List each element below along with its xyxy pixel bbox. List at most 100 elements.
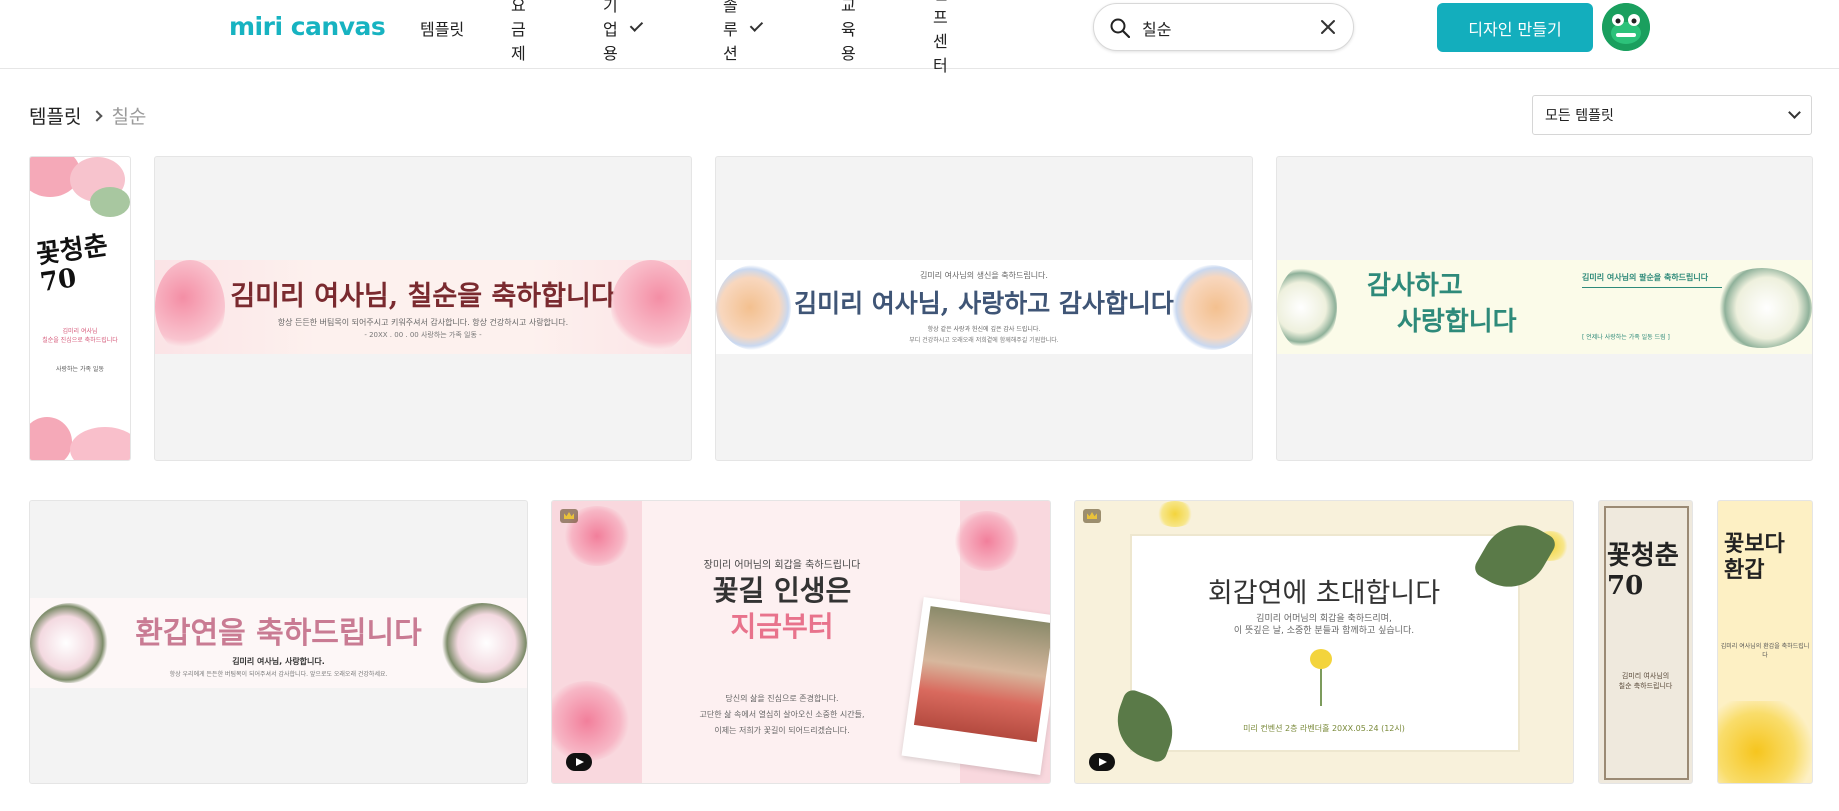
flower-decoration bbox=[1155, 501, 1195, 527]
flower-decoration bbox=[70, 427, 130, 460]
card-line: 김미리 여사님 bbox=[62, 328, 98, 335]
nav-solutions[interactable]: 솔루션 bbox=[723, 0, 764, 64]
flower-decoration bbox=[30, 603, 110, 683]
chevron-down-icon bbox=[749, 17, 764, 32]
template-card[interactable]: 회갑연에 초대합니다 김미리 어머님의 회갑을 축하드리며, 이 뜻깊은 날, … bbox=[1074, 500, 1574, 784]
card-title: 꽃청춘 70 bbox=[34, 230, 110, 299]
card-line: 사랑하는 가족 일동 bbox=[56, 366, 104, 373]
card-text: 당신의 삶을 진심으로 존경합니다. 고단한 삶 속에서 열심히 살아오신 소중… bbox=[662, 691, 902, 739]
template-card[interactable]: 꽃청춘 70 김미리 여사님 칠순을 진심으로 축하드립니다 사랑하는 가족 일… bbox=[29, 156, 131, 461]
card-small: 항상 우리에게 든든한 버팀목이 되어주셔서 감사합니다. 앞으로도 오래오래 … bbox=[169, 671, 388, 678]
nav-label: 기업용 bbox=[603, 0, 618, 63]
card-subtitle: 항상 같은 사랑과 헌신에 깊은 감사 드립니다. bbox=[927, 326, 1041, 333]
breadcrumb-root[interactable]: 템플릿 bbox=[29, 102, 81, 129]
card-small: 미리 컨벤션 2층 라벤더홀 20XX.05.24 (12시) bbox=[1243, 724, 1405, 733]
card-title: 김미리 여사님, 칠순을 축하합니다 bbox=[230, 281, 616, 312]
card-top-text: 김미리 여사님의 생신을 축하드립니다. bbox=[920, 271, 1048, 280]
nav-label: 요금제 bbox=[511, 0, 526, 63]
card-small: - 20XX . 00 . 00 사랑하는 가족 일동 - bbox=[364, 331, 482, 339]
template-card[interactable]: 김미리 여사님, 칠순을 축하합니다 항상 든든한 버팀목이 되어주시고 키워주… bbox=[154, 156, 692, 461]
clear-icon[interactable] bbox=[1319, 18, 1337, 36]
flower-decoration bbox=[437, 603, 527, 683]
card-text: 김미리 여사님 칠순을 진심으로 축하드립니다 사랑하는 가족 일동 bbox=[30, 327, 130, 374]
breadcrumb: 템플릿 칠순 bbox=[29, 102, 146, 129]
card-line: 고단한 삶 속에서 열심히 살아오신 소중한 시간들, bbox=[699, 710, 865, 719]
card-text: 김미리 여사님의 칠순 축하드립니다 bbox=[1599, 671, 1692, 691]
card-top-text: 장미리 어머님의 회갑을 축하드립니다 bbox=[703, 560, 861, 571]
flower-decoration bbox=[1712, 268, 1812, 348]
miri-canvas-logo[interactable]: miri canvas bbox=[229, 12, 386, 41]
nav-enterprise[interactable]: 기업용 bbox=[603, 0, 644, 64]
main-nav: 템플릿 요금제 기업용 솔루션 교육용 헬프센터 bbox=[420, 0, 948, 75]
template-card[interactable]: 꽃보다 환갑 김미리 여사님의 환갑을 축하드립니다 bbox=[1717, 500, 1813, 784]
photo-frame bbox=[901, 597, 1050, 775]
banner-preview: 김미리 여사님, 칠순을 축하합니다 항상 든든한 버팀목이 되어주시고 키워주… bbox=[155, 260, 691, 354]
card-title: 꽃청춘 70 bbox=[1607, 541, 1679, 601]
user-avatar[interactable] bbox=[1602, 3, 1650, 51]
nav-help-center[interactable]: 헬프센터 bbox=[933, 0, 948, 76]
flower-decoration bbox=[716, 265, 791, 350]
play-icon bbox=[566, 753, 592, 771]
template-card[interactable]: 김미리 여사님의 생신을 축하드립니다. 김미리 여사님, 사랑하고 감사합니다… bbox=[715, 156, 1253, 461]
create-design-button[interactable]: 디자인 만들기 bbox=[1437, 3, 1593, 52]
leaf-decoration bbox=[90, 187, 130, 217]
card-small: 부디 건강하시고 오래오래 저희곁에 함께해주길 기원합니다. bbox=[909, 337, 1059, 344]
breadcrumb-current: 칠순 bbox=[111, 106, 147, 128]
banner-preview: 환갑연을 축하드립니다 김미리 여사님, 사랑합니다. 항상 우리에게 든든한 … bbox=[30, 598, 527, 688]
card-title: 꽃보다 환갑 bbox=[1724, 531, 1785, 583]
top-header: miri canvas 템플릿 요금제 기업용 솔루션 교육용 헬프센터 디자인… bbox=[0, 0, 1839, 75]
crocodile-avatar-icon bbox=[1602, 3, 1650, 51]
nav-label: 헬프센터 bbox=[933, 0, 948, 75]
nav-label: 템플릿 bbox=[420, 19, 465, 39]
card-line: 칠순을 진심으로 축하드립니다 bbox=[42, 337, 118, 344]
card-title: 꽃길 인생은 지금부터 bbox=[692, 573, 872, 645]
filter-selected-label: 모든 템플릿 bbox=[1545, 108, 1614, 124]
flower-decoration bbox=[1718, 701, 1812, 783]
search-input[interactable] bbox=[1142, 16, 1312, 40]
play-icon bbox=[1089, 753, 1115, 771]
title-line: 감사하고 bbox=[1367, 271, 1463, 301]
template-card[interactable]: 꽃청춘 70 김미리 여사님의 칠순 축하드립니다 bbox=[1598, 500, 1693, 784]
title-line: 지금부터 bbox=[730, 610, 834, 643]
flower-decoration bbox=[30, 417, 72, 460]
flower-decoration bbox=[1310, 649, 1332, 669]
nav-label: 교육용 bbox=[841, 0, 856, 63]
nav-pricing[interactable]: 요금제 bbox=[511, 0, 526, 64]
title-line: 꽃길 인생은 bbox=[712, 574, 852, 607]
card-text: 김미리 여사님의 환갑을 축하드립니다 bbox=[1720, 643, 1810, 659]
premium-crown-icon bbox=[560, 509, 578, 523]
card-line: 김미리 여사님의 bbox=[1621, 672, 1670, 680]
card-title: 회갑연에 초대합니다 bbox=[1207, 578, 1441, 609]
photo bbox=[913, 606, 1050, 743]
banner-preview: 김미리 여사님의 생신을 축하드립니다. 김미리 여사님, 사랑하고 감사합니다… bbox=[716, 260, 1252, 354]
template-card[interactable]: 장미리 어머님의 회갑을 축하드립니다 꽃길 인생은 지금부터 당신의 삶을 진… bbox=[551, 500, 1051, 784]
card-subtitle: 김미리 여사님, 사랑합니다. bbox=[232, 657, 325, 666]
title-line: 사랑합니다 bbox=[1397, 307, 1517, 337]
invitation-panel bbox=[1130, 534, 1520, 752]
search-icon[interactable] bbox=[1110, 18, 1130, 38]
template-card[interactable]: 환갑연을 축하드립니다 김미리 여사님, 사랑합니다. 항상 우리에게 든든한 … bbox=[29, 500, 528, 784]
divider bbox=[1582, 287, 1722, 288]
template-filter-select[interactable]: 모든 템플릿 bbox=[1532, 95, 1812, 135]
nav-templates[interactable]: 템플릿 bbox=[420, 16, 464, 40]
card-title: 환갑연을 축하드립니다 bbox=[135, 616, 422, 651]
card-top-text: 김미리 여사님의 팔순을 축하드립니다 bbox=[1582, 273, 1709, 282]
flower-decoration bbox=[611, 260, 691, 354]
flower-decoration bbox=[1277, 265, 1337, 350]
banner-preview: 감사하고 사랑합니다 김미리 여사님의 팔순을 축하드립니다 [ 언제나 사랑하… bbox=[1277, 260, 1812, 354]
nav-education[interactable]: 교육용 bbox=[841, 0, 856, 64]
card-line: 칠순 축하드립니다 bbox=[1618, 682, 1673, 690]
chevron-down-icon bbox=[1788, 106, 1801, 119]
card-small: [ 언제나 사랑하는 가족 일동 드림 ] bbox=[1582, 334, 1670, 341]
card-subtitle: 항상 든든한 버팀목이 되어주시고 키워주셔서 감사합니다. 항상 건강하시고 … bbox=[277, 318, 569, 327]
flower-decoration bbox=[1172, 265, 1252, 350]
template-card[interactable]: 감사하고 사랑합니다 김미리 여사님의 팔순을 축하드립니다 [ 언제나 사랑하… bbox=[1276, 156, 1813, 461]
card-line: 이제는 저희가 꽃길이 되어드리겠습니다. bbox=[714, 726, 850, 735]
flower-decoration bbox=[155, 260, 225, 354]
flower-decoration bbox=[952, 511, 1022, 571]
card-subtitle: 이 뜻깊은 날, 소중한 분들과 함께하고 싶습니다. bbox=[1233, 626, 1415, 636]
nav-label: 솔루션 bbox=[723, 0, 738, 63]
card-title: 감사하고 사랑합니다 bbox=[1367, 268, 1517, 340]
chevron-down-icon bbox=[629, 17, 644, 32]
card-line: 당신의 삶을 진심으로 존경합니다. bbox=[725, 694, 839, 703]
